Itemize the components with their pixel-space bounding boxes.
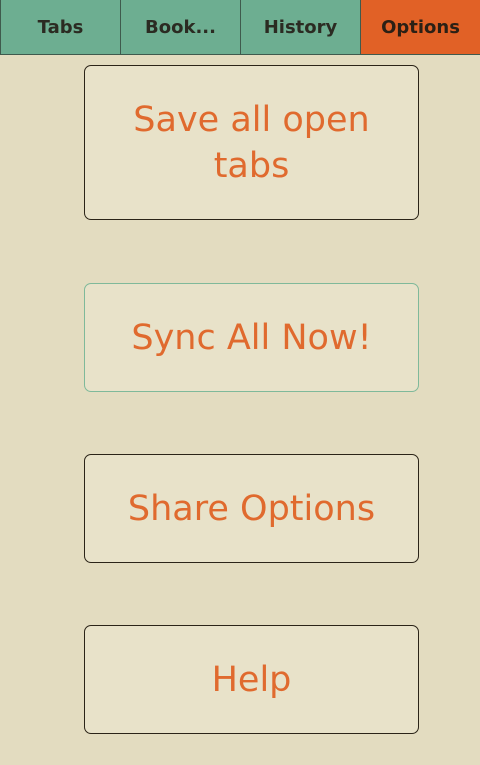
tab-bar: Tabs Book... History Options [0,0,480,55]
help-button[interactable]: Help [84,625,419,734]
share-options-button[interactable]: Share Options [84,454,419,563]
tab-tabs[interactable]: Tabs [0,0,120,54]
sync-all-now-button[interactable]: Sync All Now! [84,283,419,392]
tab-options[interactable]: Options [360,0,480,54]
tab-history[interactable]: History [240,0,360,54]
save-all-open-tabs-button[interactable]: Save all open tabs [84,65,419,220]
tab-bookmarks[interactable]: Book... [120,0,240,54]
